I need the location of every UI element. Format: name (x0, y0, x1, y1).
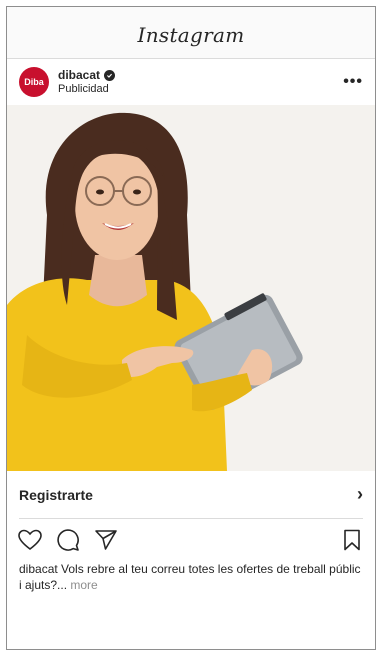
header-text: dibacat Publicidad (58, 68, 116, 96)
register-cta[interactable]: Registrarte › (19, 471, 363, 519)
heart-icon[interactable] (17, 527, 43, 553)
share-icon[interactable] (93, 527, 119, 553)
caption-more-link[interactable]: more (67, 578, 97, 592)
post-header: Diba dibacat Publicidad ••• (7, 59, 375, 105)
more-options-button[interactable]: ••• (343, 73, 363, 91)
post-caption: dibacat Vols rebre al teu correu totes l… (19, 561, 363, 593)
bookmark-icon[interactable] (339, 527, 365, 553)
comment-icon[interactable] (55, 527, 81, 553)
caption-username[interactable]: dibacat (19, 562, 58, 576)
post-image[interactable] (7, 105, 375, 471)
sponsored-label: Publicidad (58, 83, 109, 95)
avatar[interactable]: Diba (19, 67, 49, 97)
top-bar: Instagram (7, 7, 375, 59)
instagram-frame: Instagram Diba dibacat Publicidad ••• Re… (6, 6, 376, 650)
chevron-right-icon: › (357, 484, 363, 504)
verified-icon (104, 69, 116, 81)
woman-with-tablet-photo (7, 105, 375, 471)
register-label: Registrarte (19, 486, 93, 503)
username-row: dibacat (58, 68, 116, 82)
username[interactable]: dibacat (58, 68, 100, 82)
instagram-logo: Instagram (137, 22, 245, 47)
action-bar (17, 519, 365, 561)
